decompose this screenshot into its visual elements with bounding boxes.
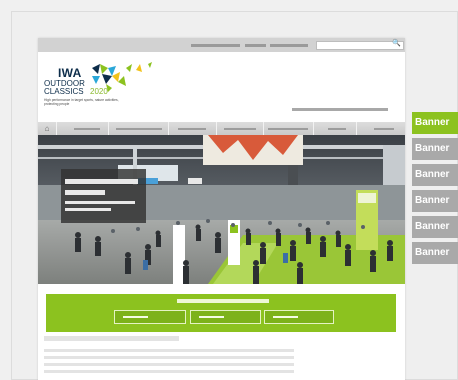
- top-link-2[interactable]: [245, 44, 266, 47]
- cta-button-3[interactable]: [264, 310, 334, 324]
- overlay-line-3: [65, 201, 135, 204]
- banner-6[interactable]: Banner: [412, 242, 458, 264]
- header-link-placeholder[interactable]: [292, 108, 388, 111]
- main-navigation: ⌂: [38, 122, 405, 135]
- banner-5[interactable]: Banner: [412, 216, 458, 238]
- search-icon[interactable]: 🔍: [392, 39, 401, 47]
- banner-4[interactable]: Banner: [412, 190, 458, 212]
- nav-item-3[interactable]: [178, 128, 206, 130]
- logo-tagline: High performance in target sports, natur…: [44, 98, 119, 106]
- nav-item-7[interactable]: [374, 128, 394, 130]
- overlay-line-4: [65, 208, 111, 211]
- nav-item-4[interactable]: [224, 128, 256, 130]
- content-text-line: [44, 349, 294, 352]
- overlay-line-2: [65, 190, 105, 195]
- iwa-logo[interactable]: IWA OUTDOOR CLASSICS 2020 High performan…: [44, 62, 174, 114]
- banner-3[interactable]: Banner: [412, 164, 458, 186]
- search-input[interactable]: 🔍: [316, 39, 404, 50]
- logo-year: 2020: [90, 87, 108, 96]
- overlay-line-1: [65, 179, 138, 184]
- logo-classics: CLASSICS: [44, 87, 84, 96]
- hero-image: [38, 135, 405, 284]
- content-text-line: [44, 356, 294, 359]
- cta-headline: [177, 299, 269, 303]
- cta-panel: [46, 294, 396, 332]
- hero-text-overlay: [61, 169, 146, 223]
- home-icon[interactable]: ⌂: [41, 124, 53, 133]
- content-text-line: [44, 370, 294, 373]
- nav-item-2[interactable]: [116, 128, 162, 130]
- content-text-line: [44, 363, 294, 366]
- banner-2[interactable]: Banner: [412, 138, 458, 160]
- website-mockup: 🔍 IWA OUTDOOR CLASSICS 2020 High perform…: [38, 38, 405, 380]
- banner-1[interactable]: Banner: [412, 112, 458, 134]
- cta-button-1[interactable]: [114, 310, 186, 324]
- nav-item-1[interactable]: [74, 128, 100, 130]
- top-bar: 🔍: [38, 38, 405, 52]
- top-link-1[interactable]: [191, 44, 240, 47]
- top-link-3[interactable]: [270, 44, 308, 47]
- logo-iwa: IWA: [58, 66, 82, 80]
- nav-item-5[interactable]: [268, 128, 308, 130]
- content-heading: [44, 336, 179, 341]
- cta-button-2[interactable]: [190, 310, 261, 324]
- nav-item-6[interactable]: [328, 128, 346, 130]
